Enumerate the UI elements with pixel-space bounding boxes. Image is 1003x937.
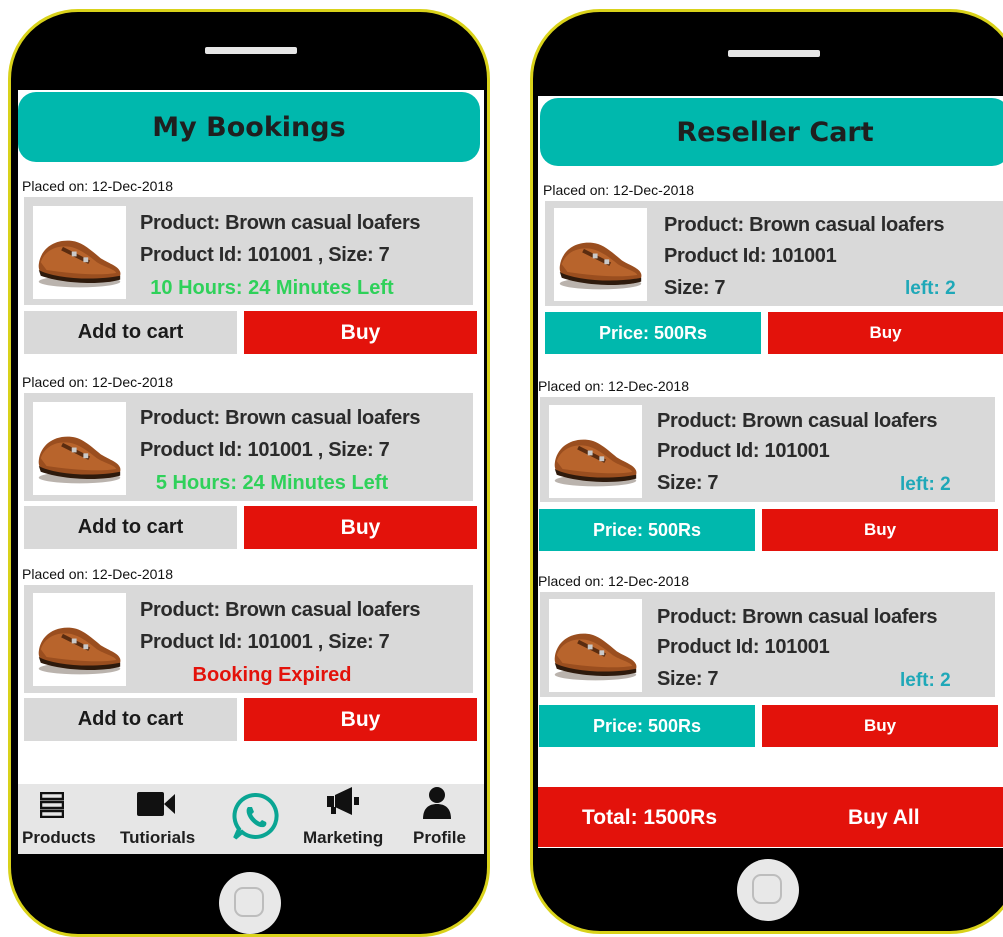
product-name: Product: Brown casual loafers bbox=[140, 407, 421, 429]
nav-label: Profile bbox=[413, 828, 466, 847]
megaphone-icon bbox=[327, 787, 359, 815]
product-image bbox=[33, 593, 126, 686]
product-size: Size: 7 bbox=[657, 472, 719, 494]
price-badge: Price: 500Rs bbox=[539, 509, 755, 551]
nav-label: Marketing bbox=[303, 828, 384, 847]
placed-date: Placed on: 12-Dec-2018 bbox=[538, 573, 689, 589]
home-button[interactable] bbox=[737, 859, 799, 921]
stock-left: left: 2 bbox=[900, 474, 951, 495]
nav-label: Products bbox=[22, 828, 96, 847]
product-image bbox=[549, 599, 642, 692]
product-id: Product Id: 101001 bbox=[657, 636, 830, 658]
placed-date: Placed on: 12-Dec-2018 bbox=[538, 378, 689, 394]
buy-button[interactable]: Buy bbox=[244, 311, 477, 354]
product-id-size: Product Id: 101001 , Size: 7 bbox=[140, 631, 390, 653]
list-icon bbox=[40, 792, 64, 818]
time-left: 10 Hours: 24 Minutes Left bbox=[150, 277, 394, 299]
speaker-grille bbox=[728, 50, 820, 57]
placed-date: Placed on: 12-Dec-2018 bbox=[22, 566, 173, 582]
home-button[interactable] bbox=[219, 872, 281, 934]
add-to-cart-button[interactable]: Add to cart bbox=[24, 506, 237, 549]
product-id: Product Id: 101001 bbox=[657, 440, 830, 462]
placed-date: Placed on: 12-Dec-2018 bbox=[22, 374, 173, 390]
stock-left: left: 2 bbox=[905, 278, 956, 299]
speaker-grille bbox=[205, 47, 297, 54]
product-image bbox=[549, 405, 642, 498]
product-image bbox=[554, 208, 647, 301]
booking-expired-status: Booking Expired bbox=[192, 664, 352, 686]
buy-button[interactable]: Buy bbox=[762, 509, 998, 551]
product-name: Product: Brown casual loafers bbox=[657, 410, 938, 432]
buy-button[interactable]: Buy bbox=[244, 698, 477, 741]
buy-button[interactable]: Buy bbox=[762, 705, 998, 747]
buy-button[interactable]: Buy bbox=[768, 312, 1003, 354]
product-name: Product: Brown casual loafers bbox=[664, 214, 945, 236]
product-id: Product Id: 101001 bbox=[664, 245, 837, 267]
total-amount: Total: 1500Rs bbox=[582, 806, 717, 829]
stock-left: left: 2 bbox=[900, 670, 951, 691]
placed-date: Placed on: 12-Dec-2018 bbox=[22, 178, 173, 194]
add-to-cart-button[interactable]: Add to cart bbox=[24, 698, 237, 741]
product-size: Size: 7 bbox=[664, 277, 726, 299]
product-name: Product: Brown casual loafers bbox=[657, 606, 938, 628]
page-title: My Bookings bbox=[18, 92, 480, 162]
time-left: 5 Hours: 24 Minutes Left bbox=[155, 472, 389, 494]
product-id-size: Product Id: 101001 , Size: 7 bbox=[140, 439, 390, 461]
price-badge: Price: 500Rs bbox=[545, 312, 761, 354]
whatsapp-icon bbox=[232, 792, 279, 840]
price-badge: Price: 500Rs bbox=[539, 705, 755, 747]
product-image bbox=[33, 206, 126, 299]
video-camera-icon bbox=[137, 792, 175, 816]
total-bar: Total: 1500Rs Buy All bbox=[538, 787, 1003, 847]
placed-date: Placed on: 12-Dec-2018 bbox=[543, 182, 694, 198]
add-to-cart-button[interactable]: Add to cart bbox=[24, 311, 237, 354]
page-title: Reseller Cart bbox=[540, 98, 1003, 166]
product-size: Size: 7 bbox=[657, 668, 719, 690]
product-image bbox=[33, 402, 126, 495]
product-id-size: Product Id: 101001 , Size: 7 bbox=[140, 244, 390, 266]
user-icon bbox=[423, 787, 451, 819]
product-name: Product: Brown casual loafers bbox=[140, 212, 421, 234]
nav-label: Tutiorials bbox=[120, 828, 196, 847]
product-name: Product: Brown casual loafers bbox=[140, 599, 421, 621]
buy-all-button[interactable]: Buy All bbox=[848, 806, 920, 830]
buy-button[interactable]: Buy bbox=[244, 506, 477, 549]
